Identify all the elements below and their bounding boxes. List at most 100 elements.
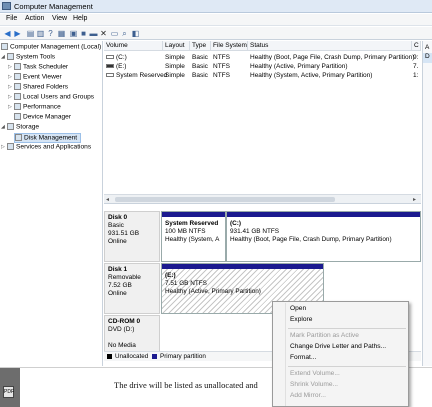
actions-item[interactable]: D [423, 53, 432, 63]
scroll-left-icon[interactable]: ◂ [106, 196, 109, 203]
tree-item-device-manager[interactable]: Device Manager [14, 113, 71, 123]
cdrom-0-label[interactable]: CD-ROM 0 DVD (D:) No Media [104, 315, 160, 355]
menu-item-open[interactable]: Open [290, 305, 306, 312]
menu-action[interactable]: Action [23, 15, 46, 22]
show-hide-tree-icon[interactable]: ▥ [36, 29, 45, 38]
folder-icon[interactable]: ▭ [110, 29, 119, 38]
properties-icon[interactable]: ■ [79, 29, 88, 38]
title-bar: Computer Management [0, 0, 432, 13]
cell-capacity: 7. [413, 63, 419, 70]
menu-item-mark-active: Mark Partition as Active [290, 332, 359, 339]
document-text: The drive will be listed as unallocated … [114, 380, 258, 390]
cell-file-system: NTFS [213, 63, 230, 70]
forward-icon[interactable]: ▶ [13, 29, 22, 38]
tree-item-local-users[interactable]: ▷ Local Users and Groups [8, 93, 94, 103]
users-icon [14, 93, 21, 100]
partition-c[interactable]: (C:) 931.41 GB NTFS Healthy (Boot, Page … [226, 211, 421, 262]
tree-item-task-scheduler[interactable]: ▷ Task Scheduler [8, 63, 68, 73]
tree-item-event-viewer[interactable]: ▷ Event Viewer [8, 73, 62, 83]
column-header-type[interactable]: Type [190, 41, 211, 51]
disk-1-label[interactable]: Disk 1 Removable 7.52 GB Online [104, 263, 160, 314]
partition-bar [227, 212, 420, 217]
menu-view[interactable]: View [50, 15, 69, 22]
search-icon[interactable]: ⌕ [120, 29, 129, 38]
cell-status: Healthy (System, Active, Primary Partiti… [250, 72, 373, 79]
legend-primary: Primary partition [160, 353, 206, 360]
partition-text: System Reserved 100 MB NTFS Healthy (Sys… [165, 220, 220, 243]
menu-separator [288, 366, 406, 367]
cell-file-system: NTFS [213, 72, 230, 79]
tree-item-storage[interactable]: ◢ Storage [1, 123, 39, 133]
up-icon[interactable]: ▤ [26, 29, 35, 38]
context-menu: Open Explore Mark Partition as Active Ch… [272, 301, 409, 407]
actions-pane: A D [422, 41, 432, 366]
disk-icon[interactable]: ▣ [69, 29, 78, 38]
partition-text: (E:) 7.51 GB NTFS Healthy (Active, Prima… [165, 272, 261, 295]
partition-system-reserved[interactable]: System Reserved 100 MB NTFS Healthy (Sys… [161, 211, 226, 262]
event-viewer-icon [14, 73, 21, 80]
table-row[interactable]: (C:) [106, 53, 127, 62]
console-icon[interactable]: ▦ [57, 29, 66, 38]
cell-capacity: 1: [413, 72, 419, 79]
scrollbar-thumb[interactable] [115, 197, 335, 202]
column-header-capacity[interactable]: C [412, 41, 421, 51]
tools-icon [7, 53, 14, 60]
refresh-icon[interactable]: ◧ [131, 29, 140, 38]
unallocated-swatch [107, 354, 112, 359]
back-icon[interactable]: ◀ [3, 29, 12, 38]
tree-item-disk-management[interactable]: Disk Management [14, 133, 82, 143]
window-title: Computer Management [14, 2, 93, 11]
removable-drive-icon [106, 64, 114, 69]
computer-icon [1, 43, 8, 50]
cell-type: Basic [192, 54, 208, 61]
menu-item-format[interactable]: Format... [290, 354, 316, 361]
export-icon[interactable]: ▬ [89, 29, 98, 38]
menu-item-shrink-volume: Shrink Volume... [290, 381, 339, 388]
cell-status: Healthy (Boot, Page File, Crash Dump, Pr… [250, 54, 415, 61]
table-row[interactable]: System Reserved [106, 71, 167, 80]
performance-icon [14, 103, 21, 110]
navigation-tree: Computer Management (Local) ◢ System Tool… [0, 41, 103, 366]
cell-layout: Simple [165, 63, 185, 70]
menu-file[interactable]: File [4, 15, 19, 22]
cell-layout: Simple [165, 54, 185, 61]
cell-capacity: 9: [413, 54, 419, 61]
services-icon [7, 143, 14, 150]
tree-item-performance[interactable]: ▷ Performance [8, 103, 61, 113]
menu-item-extend-volume: Extend Volume... [290, 370, 340, 377]
column-header-file-system[interactable]: File System [211, 41, 248, 51]
pdf-icon[interactable]: PDF [3, 386, 14, 398]
cell-type: Basic [192, 72, 208, 79]
disk-management-icon [15, 134, 22, 141]
menu-help[interactable]: Help [71, 15, 89, 22]
delete-icon[interactable]: ✕ [99, 29, 108, 38]
menu-gutter [285, 303, 286, 406]
column-header-volume[interactable]: Volume [104, 41, 163, 51]
menu-separator [288, 328, 406, 329]
primary-swatch [152, 354, 157, 359]
menu-item-change-drive-letter[interactable]: Change Drive Letter and Paths... [290, 343, 386, 350]
tree-item-services-and-applications[interactable]: ▷ Services and Applications [1, 143, 91, 153]
cell-file-system: NTFS [213, 54, 230, 61]
scroll-right-icon[interactable]: ▸ [413, 196, 416, 203]
device-manager-icon [14, 113, 21, 120]
column-header-layout[interactable]: Layout [163, 41, 190, 51]
shared-folder-icon [14, 83, 21, 90]
menu-item-explore[interactable]: Explore [290, 316, 312, 323]
tree-item-shared-folders[interactable]: ▷ Shared Folders [8, 83, 68, 93]
clock-icon [14, 63, 21, 70]
cell-status: Healthy (Active, Primary Partition) [250, 63, 348, 70]
legend-unallocated: Unallocated [115, 353, 149, 360]
column-header-status[interactable]: Status [248, 41, 412, 51]
partition-bar [162, 212, 225, 217]
tree-root[interactable]: Computer Management (Local) [1, 43, 101, 53]
volume-list: Volume Layout Type File System Status C … [104, 41, 421, 204]
partition-bar [162, 264, 323, 269]
storage-icon [7, 123, 14, 130]
disk-0-label[interactable]: Disk 0 Basic 931.51 GB Online [104, 211, 160, 262]
table-row[interactable]: (E:) [106, 62, 126, 71]
help-icon[interactable]: ? [46, 29, 55, 38]
drive-icon [106, 73, 114, 78]
tree-item-system-tools[interactable]: ◢ System Tools [1, 53, 55, 63]
horizontal-scrollbar[interactable]: ◂ ▸ [104, 194, 421, 203]
